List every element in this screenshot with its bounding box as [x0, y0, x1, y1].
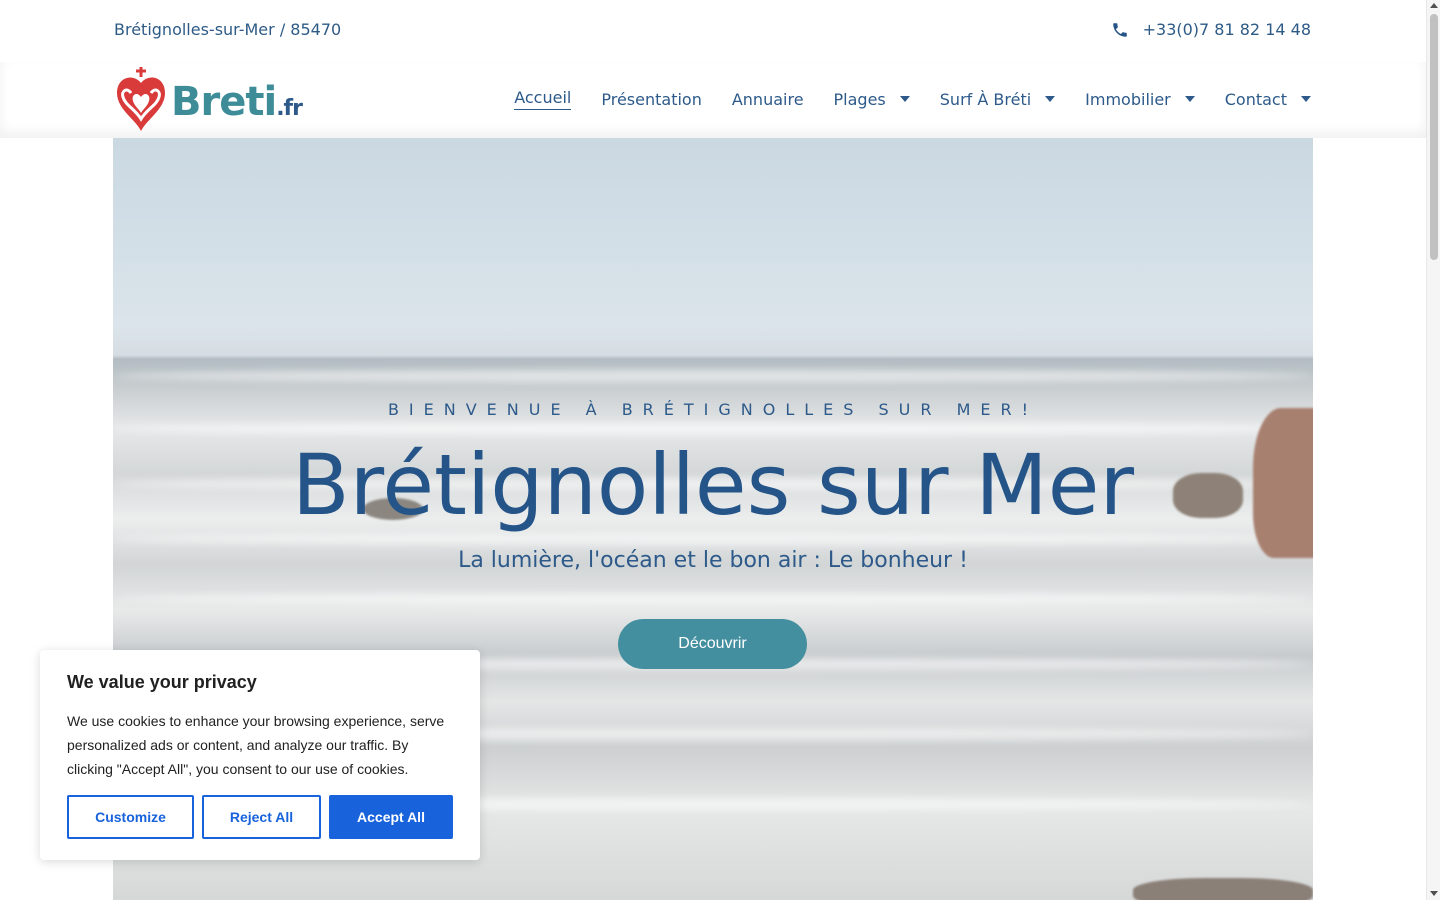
scroll-down-arrow-icon[interactable]	[1430, 891, 1438, 896]
logo-wordmark: Breti.fr	[171, 79, 303, 125]
top-info-bar: Brétignolles-sur-Mer / 85470 +33(0)7 81 …	[0, 0, 1426, 62]
logo-name: Breti	[171, 79, 277, 125]
hero-subtitle: La lumière, l'océan et le bon air : Le b…	[458, 548, 968, 573]
nav-item-contact[interactable]: Contact	[1225, 90, 1311, 109]
caret-down-icon	[1184, 96, 1195, 102]
hero-kicker: BIENVENUE À BRÉTIGNOLLES SUR MER!	[387, 400, 1039, 419]
customize-button[interactable]: Customize	[67, 795, 194, 839]
nav-label: Annuaire	[731, 89, 804, 109]
main-nav: Accueil Présentation Annuaire Plages Sur…	[514, 88, 1311, 110]
nav-item-accueil[interactable]: Accueil	[514, 88, 572, 110]
wave-line	[113, 593, 1313, 605]
cookie-title: We value your privacy	[67, 672, 257, 692]
page-scrollbar[interactable]	[1426, 0, 1440, 900]
phone-contact[interactable]: +33(0)7 81 82 14 48	[1111, 20, 1311, 39]
caret-down-icon	[1045, 96, 1056, 102]
nav-label: Présentation	[601, 89, 702, 109]
reject-all-button[interactable]: Reject All	[202, 795, 321, 839]
wave-line	[113, 533, 1313, 545]
site-header: Breti.fr Accueil Présentation Annuaire P…	[0, 62, 1426, 138]
nav-label: Contact	[1224, 89, 1287, 109]
accept-all-button[interactable]: Accept All	[329, 795, 453, 839]
scroll-thumb[interactable]	[1430, 14, 1438, 260]
caret-down-icon	[1301, 96, 1311, 102]
nav-item-presentation[interactable]: Présentation	[601, 90, 701, 109]
hero-title: Brétignolles sur Mer	[292, 436, 1134, 534]
logo-tld: .fr	[276, 96, 303, 121]
vendee-heart-logo-icon	[117, 67, 165, 131]
nav-label: Plages	[833, 89, 886, 109]
nav-item-surf[interactable]: Surf À Bréti	[939, 89, 1056, 109]
nav-item-plages[interactable]: Plages	[834, 90, 910, 109]
wave-line	[113, 370, 1313, 382]
cookie-text: We use cookies to enhance your browsing …	[67, 713, 445, 777]
nav-item-annuaire[interactable]: Annuaire	[732, 90, 804, 109]
scroll-up-arrow-icon[interactable]	[1430, 3, 1438, 8]
phone-icon	[1112, 22, 1127, 37]
cookie-buttons: Customize Reject All Accept All	[67, 795, 453, 839]
discover-button[interactable]: Découvrir	[618, 619, 807, 669]
nav-label: Accueil	[514, 88, 572, 110]
site-logo[interactable]: Breti.fr	[113, 62, 303, 138]
nav-item-immobilier[interactable]: Immobilier	[1085, 90, 1195, 109]
phone-number[interactable]: +33(0)7 81 82 14 48	[1143, 20, 1311, 39]
nav-label: Immobilier	[1085, 89, 1171, 109]
location-text: Brétignolles-sur-Mer / 85470	[114, 20, 342, 39]
caret-down-icon	[899, 96, 910, 102]
cookie-consent-banner: We value your privacy We use cookies to …	[40, 650, 480, 860]
wave-line	[113, 423, 1313, 435]
nav-label: Surf À Bréti	[939, 89, 1032, 109]
rock-shape	[1133, 878, 1313, 900]
